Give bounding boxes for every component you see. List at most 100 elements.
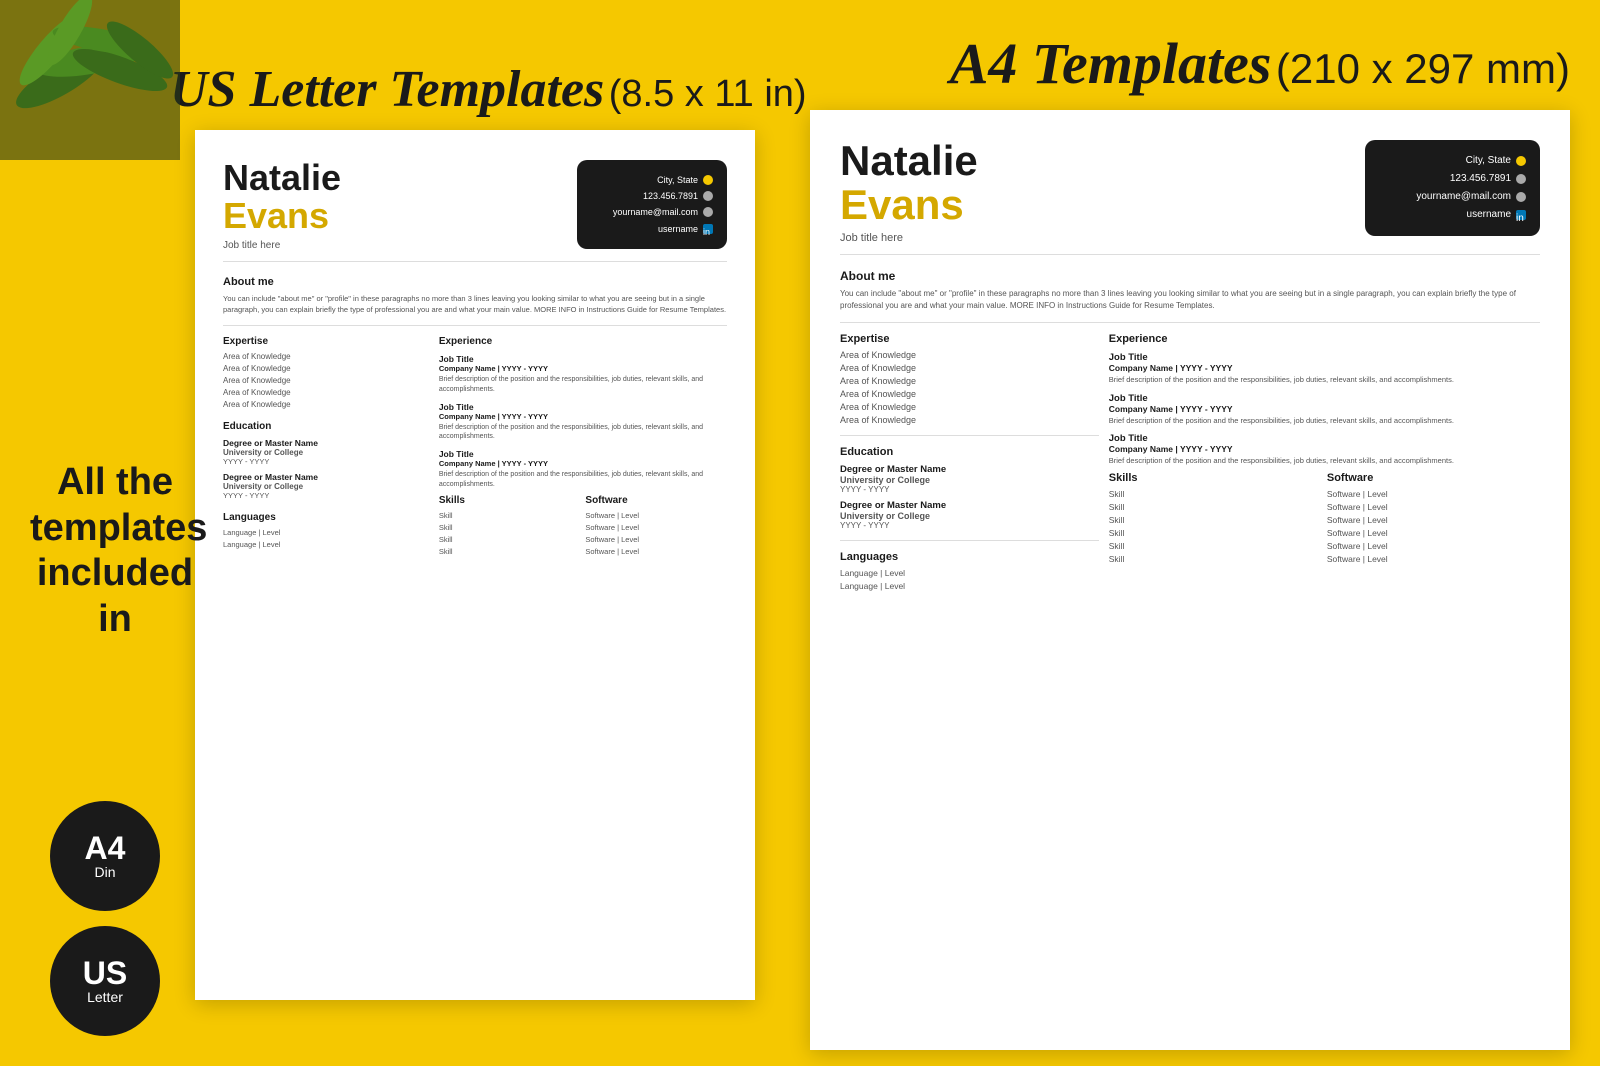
- us-resume-header: Natalie Evans Job title here City, State…: [223, 160, 727, 251]
- a4-two-col: Expertise Area of Knowledge Area of Know…: [840, 333, 1540, 594]
- us-skills-col: Skills Skill Skill Skill Skill: [439, 495, 581, 559]
- us-two-col: Expertise Area of Knowledge Area of Know…: [223, 336, 727, 559]
- us-experience-title: Experience: [439, 336, 727, 347]
- plant-decoration: [0, 0, 180, 160]
- badge-a4-sub: Din: [94, 864, 115, 880]
- us-name-last: Evans: [223, 196, 341, 236]
- us-skill-1: Skill: [439, 511, 581, 520]
- a4-software-3: Software | Level: [1327, 515, 1540, 525]
- a4-contact-box: City, State 123.456.7891 yourname@mail.c…: [1365, 140, 1540, 236]
- a4-job-1-title: Job Title: [1109, 352, 1540, 363]
- us-edu-degree-2: Degree or Master Name: [223, 472, 429, 482]
- a4-title-size: (210 x 297 mm): [1276, 45, 1570, 92]
- us-expertise-title: Expertise: [223, 336, 429, 347]
- us-about-text: You can include "about me" or "profile" …: [223, 293, 727, 316]
- a4-software-col: Software Software | Level Software | Lev…: [1327, 472, 1540, 567]
- location-icon: [703, 175, 713, 185]
- us-letter-title-size: (8.5 x 11 in): [609, 73, 807, 115]
- a4-divider-2: [840, 322, 1540, 323]
- us-job-title: Job title here: [223, 240, 341, 251]
- a4-skill-6: Skill: [1109, 554, 1322, 564]
- a4-job-3-title: Job Title: [1109, 433, 1540, 444]
- us-divider-2: [223, 325, 727, 326]
- a4-skill-5: Skill: [1109, 541, 1322, 551]
- a4-job-2-title: Job Title: [1109, 393, 1540, 404]
- us-job-3-title: Job Title: [439, 449, 727, 459]
- a4-software-5: Software | Level: [1327, 541, 1540, 551]
- a4-experience-title: Experience: [1109, 333, 1540, 345]
- a4-edu-uni-2: University or College: [840, 511, 1099, 521]
- us-software-col: Software Software | Level Software | Lev…: [585, 495, 727, 559]
- us-name-first: Natalie: [223, 160, 341, 196]
- a4-name-first: Natalie: [840, 140, 978, 182]
- us-contact-city: City, State: [591, 172, 713, 188]
- a4-skills-title: Skills: [1109, 472, 1322, 484]
- a4-skill-2: Skill: [1109, 502, 1322, 512]
- us-job-3-desc: Brief description of the position and th…: [439, 470, 727, 490]
- a4-divider-1: [840, 254, 1540, 255]
- us-job-2-company: Company Name | YYYY - YYYY: [439, 412, 727, 421]
- a4-skills-col: Skills Skill Skill Skill Skill Skill Ski…: [1109, 472, 1322, 567]
- us-contact-email: yourname@mail.com: [591, 204, 713, 220]
- a4-expertise-3: Area of Knowledge: [840, 376, 1099, 386]
- us-software-4: Software | Level: [585, 547, 727, 556]
- us-skill-4: Skill: [439, 547, 581, 556]
- a4-contact-email: yourname@mail.com: [1379, 188, 1526, 206]
- a4-about-text: You can include "about me" or "profile" …: [840, 288, 1540, 312]
- a4-software-title: Software: [1327, 472, 1540, 484]
- us-contact-box: City, State 123.456.7891 yourname@mail.c…: [577, 160, 727, 249]
- us-expertise-2: Area of Knowledge: [223, 364, 429, 373]
- a4-edu-uni-1: University or College: [840, 475, 1099, 485]
- a4-expertise-5: Area of Knowledge: [840, 402, 1099, 412]
- header-right: A4 Templates (210 x 297 mm): [950, 30, 1570, 97]
- phone-icon: [703, 191, 713, 201]
- us-contact-social: username in: [591, 221, 713, 237]
- us-col-left: Expertise Area of Knowledge Area of Know…: [223, 336, 429, 559]
- a4-about-title: About me: [840, 269, 1540, 283]
- a4-software-4: Software | Level: [1327, 528, 1540, 538]
- a4-job-1-company: Company Name | YYYY - YYYY: [1109, 363, 1540, 373]
- us-contact-phone: 123.456.7891: [591, 188, 713, 204]
- a4-edu-degree-1: Degree or Master Name: [840, 464, 1099, 475]
- a4-software-2: Software | Level: [1327, 502, 1540, 512]
- us-expertise-1: Area of Knowledge: [223, 352, 429, 361]
- a4-skill-3: Skill: [1109, 515, 1322, 525]
- a4-name-last: Evans: [840, 182, 978, 228]
- a4-job-1-desc: Brief description of the position and th…: [1109, 375, 1540, 386]
- a4-name-block: Natalie Evans Job title here: [840, 140, 978, 244]
- badge-container: A4 Din US Letter: [50, 801, 160, 1036]
- a4-location-icon: [1516, 156, 1526, 166]
- us-letter-title-script: US Letter Templates: [170, 61, 604, 118]
- a4-job-title: Job title here: [840, 232, 978, 244]
- us-software-1: Software | Level: [585, 511, 727, 520]
- us-lang-1: Language | Level: [223, 528, 429, 537]
- a4-col-left: Expertise Area of Knowledge Area of Know…: [840, 333, 1099, 594]
- resume-a4-card: Natalie Evans Job title here City, State…: [810, 110, 1570, 1050]
- a4-skills-software: Skills Skill Skill Skill Skill Skill Ski…: [1109, 472, 1540, 567]
- a4-edu-year-1: YYYY - YYYY: [840, 485, 1099, 494]
- email-icon: [703, 207, 713, 217]
- us-edu-uni-2: University or College: [223, 482, 429, 491]
- us-software-2: Software | Level: [585, 523, 727, 532]
- a4-software-1: Software | Level: [1327, 489, 1540, 499]
- us-edu-degree-1: Degree or Master Name: [223, 438, 429, 448]
- us-expertise-5: Area of Knowledge: [223, 400, 429, 409]
- linkedin-icon: in: [703, 224, 713, 234]
- us-job-1-company: Company Name | YYYY - YYYY: [439, 364, 727, 373]
- a4-linkedin-icon: in: [1516, 210, 1526, 220]
- us-edu-year-2: YYYY - YYYY: [223, 491, 429, 500]
- us-job-2-desc: Brief description of the position and th…: [439, 423, 727, 443]
- a4-job-2-company: Company Name | YYYY - YYYY: [1109, 404, 1540, 414]
- a4-contact-city: City, State: [1379, 152, 1526, 170]
- a4-expertise-2: Area of Knowledge: [840, 363, 1099, 373]
- us-job-3-company: Company Name | YYYY - YYYY: [439, 459, 727, 468]
- a4-edu-year-2: YYYY - YYYY: [840, 521, 1099, 530]
- a4-contact-phone: 123.456.7891: [1379, 170, 1526, 188]
- a4-edu-degree-2: Degree or Master Name: [840, 500, 1099, 511]
- a4-languages-title: Languages: [840, 551, 1099, 563]
- a4-expertise-1: Area of Knowledge: [840, 350, 1099, 360]
- a4-email-icon: [1516, 192, 1526, 202]
- a4-skill-1: Skill: [1109, 489, 1322, 499]
- us-skill-2: Skill: [439, 523, 581, 532]
- resume-us-card: Natalie Evans Job title here City, State…: [195, 130, 755, 1000]
